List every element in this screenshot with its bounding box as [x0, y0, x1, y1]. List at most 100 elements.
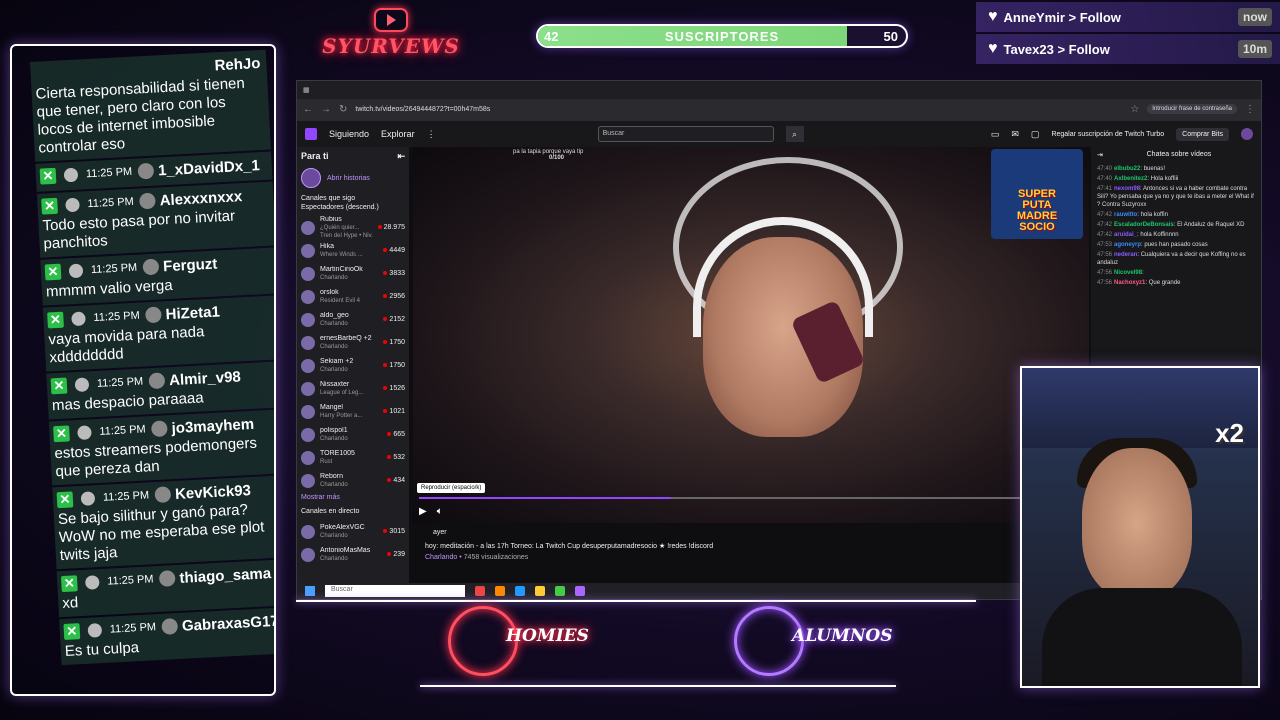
forward-icon[interactable]: → — [321, 104, 331, 115]
channel-category: Where Winds ... — [320, 251, 363, 258]
search-input[interactable]: Buscar — [597, 126, 774, 142]
chat-username: RehJo — [214, 54, 261, 74]
play-tooltip: Reproducir (espacio/k) — [417, 483, 486, 493]
turbo-gift-link[interactable]: Regalar suscripción de Twitch Turbo — [1051, 131, 1164, 138]
channel-avatar — [301, 524, 315, 539]
play-icon[interactable]: ▶ — [419, 506, 427, 517]
taskbar-app-icon[interactable] — [535, 586, 545, 596]
reload-icon[interactable]: ↻ — [339, 104, 347, 115]
moderator-badge-icon: ✕ — [63, 623, 81, 640]
vod-chat-username[interactable]: rauwitto — [1114, 212, 1137, 218]
channel-name: AntonioMasMas — [320, 546, 371, 554]
channel-info: Mangel Harry Potter a... — [320, 404, 378, 420]
volume-icon[interactable]: 🔈︎ — [437, 506, 443, 517]
channel-name: ernesBarbeQ +2 — [320, 334, 372, 342]
user-badge-icon — [68, 263, 84, 279]
channel-info: aldo_geo Charlando — [320, 312, 378, 328]
viewer-count: 2956 — [383, 293, 405, 300]
vod-chat-username[interactable]: Nicovel98 — [1114, 270, 1142, 276]
show-more-link[interactable]: Mostrar más — [301, 494, 405, 501]
sidebar-channel[interactable]: Reborn Charlando 434 — [301, 469, 405, 492]
browser-menu-icon[interactable]: ▦ — [303, 86, 310, 94]
whispers-icon[interactable]: ▢ — [1031, 129, 1040, 140]
address-bar[interactable]: twitch.tv/videos/2649444872?t=00h47m58s — [355, 106, 1122, 113]
sidebar-channel[interactable]: Rubius ¿Quién quier... Tren del Hype • Niv… — [301, 216, 405, 239]
profile-avatar[interactable] — [1241, 128, 1253, 140]
twitch-logo-icon[interactable] — [305, 128, 317, 140]
vod-chat-username[interactable]: Axlbenitez2 — [1114, 176, 1147, 182]
sidebar-channel[interactable]: Mangel Harry Potter a... 1021 — [301, 400, 405, 423]
vod-chat-username[interactable]: elbubu22 — [1114, 166, 1140, 172]
divider-line — [420, 685, 896, 687]
sidebar-channel[interactable]: ernesBarbeQ +2 Charlando 1750 — [301, 331, 405, 354]
moderator-badge-icon: ✕ — [44, 263, 62, 281]
vod-chat-text: Que grande — [1148, 280, 1181, 286]
channel-info: Rubius ¿Quién quier... Tren del Hype • Niv… — [320, 216, 373, 240]
nav-browse[interactable]: Explorar — [381, 129, 415, 139]
vod-chat-username[interactable]: aruidai_ — [1114, 232, 1137, 238]
notifications-icon[interactable]: ▭ — [991, 129, 1000, 140]
video-progress-bar[interactable] — [419, 497, 1083, 499]
chat-message: ✕ 11:25 PM Alexxxnxxx Todo esto pasa por no… — [36, 181, 274, 258]
vod-chat-line: 47:42 EscaladorDeBonsais: El Andaluz de R… — [1097, 221, 1255, 229]
sidebar-channel[interactable]: orslok Resident Evil 4 2956 — [301, 285, 405, 308]
search-icon[interactable]: ⌕ — [785, 126, 804, 142]
browser-more-icon[interactable]: ⋮ — [1245, 104, 1255, 115]
sidebar-channel[interactable]: aldo_geo Charlando 2152 — [301, 308, 405, 331]
vod-chat-username[interactable]: Nachoxyz1 — [1114, 280, 1145, 286]
sidebar-channel[interactable]: AntonioMasMas Charlando 239 — [301, 543, 405, 566]
follow-alert: ♥ AnneYmir > Follow now — [976, 2, 1280, 32]
follow-alert-text: AnneYmir > Follow — [1003, 9, 1121, 25]
taskbar-app-icon[interactable] — [575, 586, 585, 596]
nav-following[interactable]: Siguiendo — [329, 129, 369, 139]
sidebar-channel[interactable]: TORE1005 Rust 532 — [301, 446, 405, 469]
collapse-chat-icon[interactable]: ⇥ — [1097, 151, 1103, 159]
password-prompt[interactable]: Introducir frase de contraseña — [1147, 104, 1237, 114]
chat-avatar — [148, 372, 166, 390]
taskbar-app-icon[interactable] — [495, 586, 505, 596]
sidebar-channel[interactable]: MartinCirioOk Charlando 3833 — [301, 262, 405, 285]
user-badge-icon — [80, 491, 96, 506]
vod-chat-username[interactable]: EscaladorDeBonsais — [1114, 222, 1174, 228]
open-stories[interactable]: Abrir historias — [301, 168, 405, 188]
vod-chat-timestamp: 47:53 — [1097, 242, 1113, 248]
channel-avatar — [301, 547, 315, 562]
followed-sort-label[interactable]: Espectadores (descend.) — [301, 203, 405, 212]
vod-chat-username[interactable]: nederan — [1114, 252, 1137, 258]
chat-username: Alexxxnxxx — [159, 187, 243, 209]
chat-timestamp: 11:25 PM — [87, 195, 135, 211]
sidebar-channel[interactable]: Hika Where Winds ... 4449 — [301, 239, 405, 262]
viewer-count: 28.975 — [378, 224, 405, 231]
chat-message: ✕ 11:25 PM HiZeta1 vaya movida para nada xd… — [42, 295, 274, 372]
moderator-badge-icon: ✕ — [50, 377, 68, 395]
vod-chat-line: 47:42 aruidai_: hola Koffinnnn — [1097, 231, 1255, 239]
chat-avatar — [137, 162, 155, 180]
video-category[interactable]: Charlando — [425, 554, 457, 561]
buy-bits-button[interactable]: Comprar Bits — [1176, 127, 1229, 141]
chat-timestamp: 11:25 PM — [109, 621, 157, 636]
video-player[interactable]: pa la tapia porque vaya tip 0/100 SUPER … — [413, 147, 1089, 523]
sidebar-channel[interactable]: polispol1 Charlando 665 — [301, 423, 405, 446]
channel-avatar — [301, 335, 315, 350]
taskbar-app-icon[interactable] — [555, 586, 565, 596]
channel-info: PokeAlexVGC Charlando — [320, 524, 378, 540]
sidebar-channel[interactable]: Nissaxter League of Leg... 1526 — [301, 377, 405, 400]
vod-chat-username[interactable]: agoneyrp — [1114, 242, 1141, 248]
sidebar-channel[interactable]: PokeAlexVGC Charlando 3015 — [301, 520, 405, 543]
windows-start-icon[interactable] — [305, 586, 315, 596]
back-icon[interactable]: ← — [303, 104, 313, 115]
taskbar-search[interactable]: Buscar — [325, 585, 465, 597]
vod-chat-line: 47:40 elbubu22: buenas! — [1097, 165, 1255, 173]
sidebar-channel[interactable]: Sekiam +2 Charlando 1750 — [301, 354, 405, 377]
nav-more-icon[interactable]: ⋮ — [427, 129, 436, 140]
inbox-icon[interactable]: ✉ — [1011, 129, 1019, 140]
moderator-badge-icon: ✕ — [39, 167, 57, 185]
channel-category: Resident Evil 4 — [320, 297, 361, 304]
video-goal-overlay: pa la tapia porque vaya tip 0/100 — [513, 149, 583, 161]
collapse-sidebar-icon[interactable]: ⇤ — [397, 151, 405, 162]
taskbar-app-icon[interactable] — [515, 586, 525, 596]
user-badge-icon — [71, 311, 86, 327]
vod-chat-username[interactable]: nexom98 — [1114, 186, 1140, 192]
taskbar-app-icon[interactable] — [475, 586, 485, 596]
bookmark-star-icon[interactable]: ☆ — [1130, 104, 1139, 115]
